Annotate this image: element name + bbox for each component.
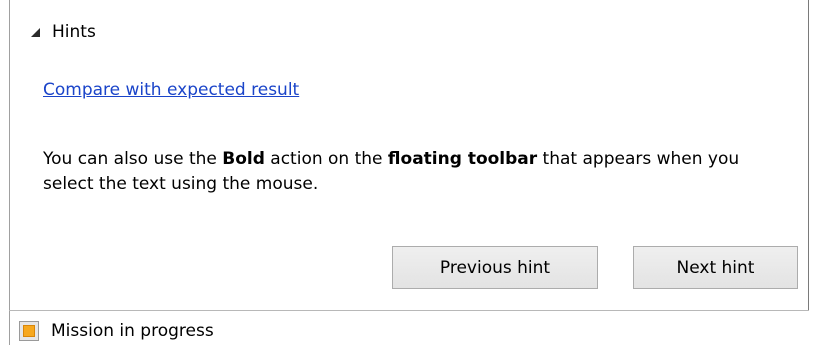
hints-panel: Hints Compare with expected result You c… [0,0,818,345]
hint-text: You can also use the Bold action on the … [43,147,763,197]
hints-header[interactable]: Hints [31,18,96,46]
hint-text-bold2: floating toolbar [387,149,538,169]
status-label: Mission in progress [51,320,214,341]
hint-text-bold1: Bold [222,149,265,169]
mission-status: Mission in progress [19,316,214,345]
previous-hint-button[interactable]: Previous hint [392,246,598,289]
compare-expected-result-link[interactable]: Compare with expected result [43,80,299,100]
next-hint-button[interactable]: Next hint [633,246,798,289]
collapse-triangle-icon[interactable] [31,27,40,37]
panel-left-border [9,0,10,345]
panel-right-border [808,0,809,311]
status-square-fill [23,324,35,337]
hints-title: Hints [52,22,96,42]
status-divider [9,310,809,311]
hint-text-part2: action on the [264,149,388,169]
status-square-icon [19,320,39,341]
hint-text-part1: You can also use the [43,149,223,169]
